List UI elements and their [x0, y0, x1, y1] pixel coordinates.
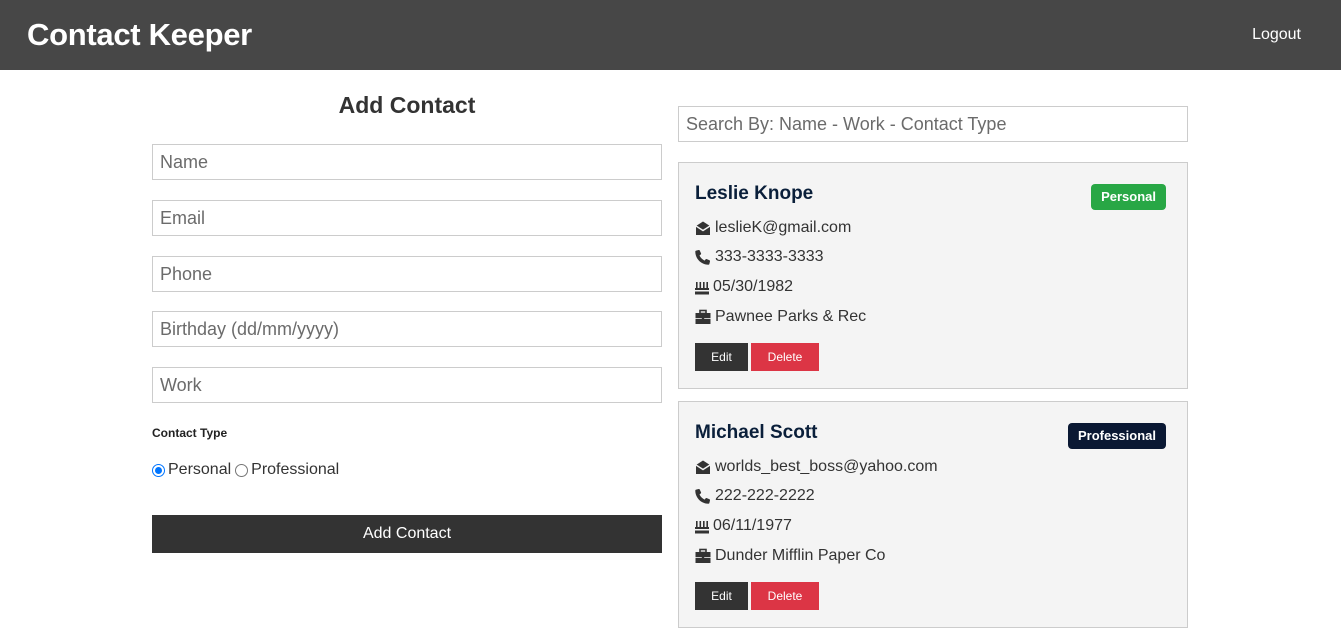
contact-birthday: 05/30/1982 [713, 278, 794, 295]
contact-phone-row: 333-3333-3333 [695, 248, 824, 266]
envelope-open-icon [695, 221, 711, 235]
edit-button[interactable]: Edit [695, 582, 748, 610]
contact-email: leslieK@gmail.com [715, 219, 852, 236]
personal-radio-label[interactable]: Personal [168, 461, 231, 479]
contact-work-row: Pawnee Parks & Rec [695, 308, 866, 326]
contact-name: Michael Scott [695, 422, 818, 443]
contact-work: Dunder Mifflin Paper Co [715, 547, 886, 564]
personal-radio[interactable] [152, 463, 165, 477]
name-field[interactable] [152, 144, 662, 180]
contact-phone: 333-3333-3333 [715, 248, 824, 265]
delete-button[interactable]: Delete [751, 582, 819, 610]
contact-birthday-row: 06/11/1977 [695, 517, 792, 535]
contact-phone-row: 222-222-2222 [695, 487, 815, 505]
phone-field[interactable] [152, 256, 662, 292]
phone-icon [695, 488, 711, 504]
birthday-field[interactable] [152, 311, 662, 347]
birthday-cake-icon [695, 521, 709, 534]
professional-radio-label[interactable]: Professional [251, 461, 339, 479]
navbar: Contact Keeper Logout [0, 0, 1341, 70]
edit-button[interactable]: Edit [695, 343, 748, 371]
contact-type-radios: Personal Professional [152, 461, 343, 479]
contact-email-row: leslieK@gmail.com [695, 219, 851, 237]
search-input[interactable] [678, 106, 1188, 142]
contact-work: Pawnee Parks & Rec [715, 308, 867, 325]
form-title: Add Contact [338, 92, 476, 118]
add-contact-button[interactable]: Add Contact [152, 515, 662, 553]
contact-phone: 222-222-2222 [715, 487, 815, 504]
contact-work-row: Dunder Mifflin Paper Co [695, 547, 885, 565]
envelope-open-icon [695, 460, 711, 474]
phone-icon [695, 249, 711, 265]
contact-type-label: Contact Type [152, 426, 228, 440]
contact-birthday-row: 05/30/1982 [695, 278, 793, 296]
contact-email: worlds_best_boss@yahoo.com [715, 458, 938, 475]
contact-name: Leslie Knope [695, 183, 814, 204]
briefcase-icon [695, 309, 711, 324]
email-field[interactable] [152, 200, 662, 236]
work-field[interactable] [152, 367, 662, 403]
contact-birthday: 06/11/1977 [713, 517, 792, 534]
contact-card: Michael Scott Professional worlds_best_b… [678, 401, 1188, 628]
contact-card: Leslie Knope Personal leslieK@gmail.com … [678, 162, 1188, 389]
contact-type-badge: Personal [1091, 184, 1166, 210]
contact-type-badge: Professional [1067, 423, 1166, 449]
contact-email-row: worlds_best_boss@yahoo.com [695, 458, 938, 476]
briefcase-icon [695, 548, 711, 563]
delete-button[interactable]: Delete [751, 343, 819, 371]
logout-link[interactable]: Logout [1252, 26, 1301, 44]
professional-radio[interactable] [235, 463, 249, 477]
birthday-cake-icon [695, 282, 709, 295]
app-title: Contact Keeper [27, 17, 252, 52]
